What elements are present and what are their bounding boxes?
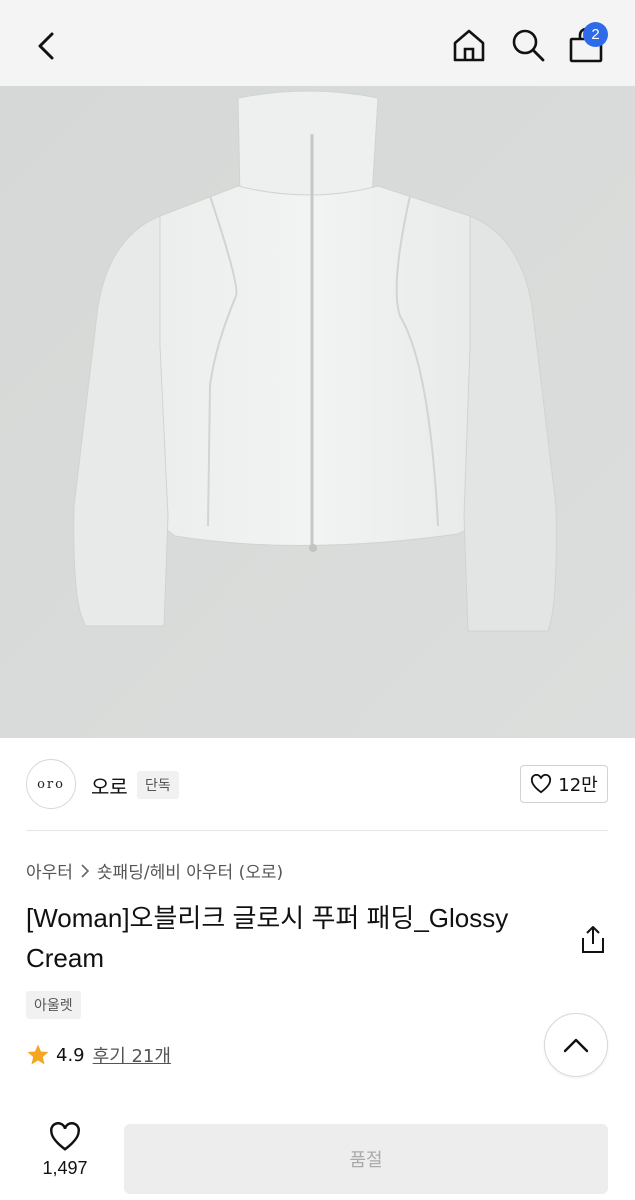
brand-like-button[interactable]: 12만 — [520, 765, 608, 803]
share-button[interactable] — [578, 924, 608, 956]
product-title: [Woman]오블리크 글로시 푸퍼 패딩_Glossy Cream — [26, 903, 509, 973]
chevron-right-icon — [81, 863, 89, 878]
breadcrumb-item-outer[interactable]: 아우터 — [26, 858, 73, 883]
wishlist-count: 1,497 — [42, 1158, 88, 1178]
search-button[interactable] — [505, 22, 551, 68]
chevron-up-icon — [563, 1038, 589, 1053]
reviews-link[interactable]: 후기 21개 — [93, 1042, 171, 1068]
rating-row: 4.9 후기 21개 — [26, 1042, 171, 1068]
brand-row[interactable]: oro 오로 단독 12만 — [0, 738, 635, 830]
star-icon — [27, 1044, 49, 1065]
home-icon — [453, 29, 485, 62]
breadcrumb-item-category[interactable]: 숏패딩/헤비 아우터 (오로) — [97, 858, 283, 883]
sold-out-button[interactable]: 품절 — [124, 1124, 608, 1194]
breadcrumb: 아우터 숏패딩/헤비 아우터 (오로) — [26, 858, 283, 883]
wishlist-button[interactable]: 1,497 — [30, 1122, 100, 1192]
home-button[interactable] — [446, 22, 492, 68]
cart-count-badge: 2 — [583, 22, 608, 47]
chevron-left-icon — [38, 32, 54, 60]
rating-score: 4.9 — [56, 1044, 85, 1066]
heart-icon — [50, 1122, 80, 1151]
outlet-tag: 아울렛 — [26, 991, 81, 1019]
brand-like-count: 12만 — [558, 775, 598, 796]
product-image[interactable] — [0, 86, 635, 738]
brand-name[interactable]: 오로 — [91, 771, 128, 800]
heart-icon — [531, 774, 552, 794]
share-icon — [582, 926, 604, 953]
exclusive-tag: 단독 — [137, 771, 179, 799]
scroll-to-top-button[interactable] — [544, 1013, 608, 1077]
back-button[interactable] — [24, 24, 68, 68]
brand-logo[interactable]: oro — [26, 759, 76, 809]
search-icon — [512, 29, 545, 62]
top-nav-bar: 2 — [0, 0, 635, 86]
jacket-photo — [0, 86, 635, 738]
divider — [26, 830, 608, 831]
